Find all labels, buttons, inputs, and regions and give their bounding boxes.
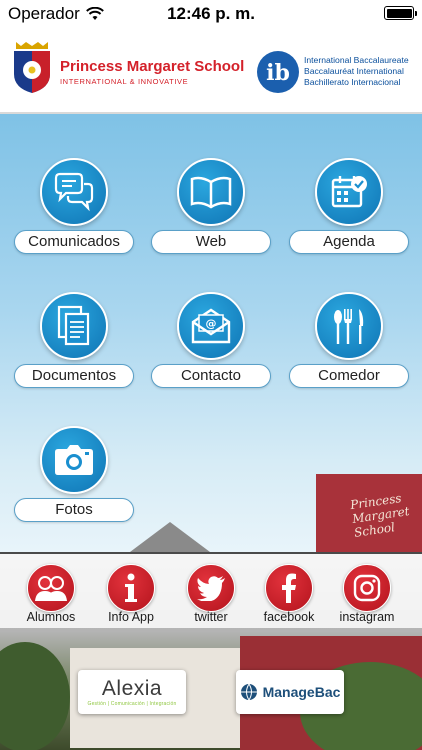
status-bar: Operador 12:46 p. m.: [0, 0, 422, 28]
tile-documentos[interactable]: Documentos: [14, 292, 134, 412]
chat-bubbles-icon: [54, 172, 94, 212]
managebac-button[interactable]: ManageBac: [236, 670, 344, 714]
comedor-button[interactable]: [315, 292, 383, 360]
social-info-app[interactable]: Info App: [96, 554, 166, 630]
alexia-logo: Alexia: [101, 677, 163, 700]
svg-text:ib: ib: [266, 60, 290, 86]
twitter-label[interactable]: twitter: [171, 610, 251, 624]
facebook-label[interactable]: facebook: [249, 610, 329, 624]
managebac-logo: ManageBac: [262, 684, 341, 700]
instagram-button[interactable]: [343, 564, 391, 612]
contacto-button[interactable]: @: [177, 292, 245, 360]
school-tagline: INTERNATIONAL & INNOVATIVE: [60, 77, 189, 86]
status-time: 12:46 p. m.: [167, 4, 255, 23]
battery-icon: [384, 6, 417, 20]
social-facebook[interactable]: facebook: [254, 554, 324, 630]
instagram-icon: [353, 574, 381, 602]
ib-line-es: Bachillerato Internacional: [304, 77, 401, 87]
facebook-button[interactable]: [265, 564, 313, 612]
background-tree: [0, 642, 70, 750]
open-book-icon: [190, 176, 232, 209]
info-app-button[interactable]: [107, 564, 155, 612]
instagram-label[interactable]: instagram: [327, 610, 407, 624]
ib-line-fr: Baccalauréat International: [304, 66, 404, 76]
ib-text: International Baccalaureate Baccalauréat…: [304, 55, 409, 88]
students-icon: [35, 576, 67, 601]
envelope-icon: @: [191, 308, 231, 344]
ib-logo-icon: ib: [257, 51, 299, 93]
agenda-label[interactable]: Agenda: [289, 230, 409, 254]
documentos-button[interactable]: [40, 292, 108, 360]
tile-agenda[interactable]: Agenda: [289, 158, 409, 278]
header: Princess Margaret School INTERNATIONAL &…: [0, 28, 422, 114]
alumnos-label[interactable]: Alumnos: [11, 610, 91, 624]
contacto-label[interactable]: Contacto: [151, 364, 271, 388]
background-sign: Princess Margaret School: [349, 491, 411, 540]
tile-web[interactable]: Web: [151, 158, 271, 278]
web-button[interactable]: [177, 158, 245, 226]
twitter-button[interactable]: [187, 564, 235, 612]
fotos-label[interactable]: Fotos: [14, 498, 134, 522]
camera-icon: [55, 445, 93, 475]
school-crest-icon: [14, 42, 50, 93]
ib-line-en: International Baccalaureate: [304, 55, 409, 65]
svg-text:@: @: [206, 317, 217, 330]
bottom-area: Alumnos Info App twitter facebook instag…: [0, 552, 422, 750]
tile-comedor[interactable]: Comedor: [289, 292, 409, 412]
background-roof: [130, 522, 210, 552]
web-label[interactable]: Web: [151, 230, 271, 254]
comedor-label[interactable]: Comedor: [289, 364, 409, 388]
fotos-button[interactable]: [40, 426, 108, 494]
info-icon: [125, 573, 137, 602]
alumnos-button[interactable]: [27, 564, 75, 612]
comunicados-button[interactable]: [40, 158, 108, 226]
main-menu: Princess Margaret School Comunicados Web: [0, 114, 422, 552]
facebook-icon: [282, 573, 296, 603]
comunicados-label[interactable]: Comunicados: [14, 230, 134, 254]
info-app-label[interactable]: Info App: [91, 610, 171, 624]
calendar-icon: [331, 176, 367, 208]
tile-contacto[interactable]: @ Contacto: [151, 292, 271, 412]
agenda-button[interactable]: [315, 158, 383, 226]
social-bar: Alumnos Info App twitter facebook instag…: [0, 552, 422, 628]
tile-comunicados[interactable]: Comunicados: [14, 158, 134, 278]
documents-icon: [57, 305, 90, 346]
social-alumnos[interactable]: Alumnos: [16, 554, 86, 630]
alexia-tagline: Gestión | Comunicación | Integración: [87, 701, 177, 707]
cutlery-icon: [334, 309, 364, 344]
social-instagram[interactable]: instagram: [332, 554, 402, 630]
alexia-button[interactable]: Alexia Gestión | Comunicación | Integrac…: [78, 670, 186, 714]
tile-fotos[interactable]: Fotos: [14, 426, 134, 546]
documentos-label[interactable]: Documentos: [14, 364, 134, 388]
twitter-icon: [197, 576, 225, 601]
school-name: Princess Margaret School: [60, 58, 245, 75]
social-twitter[interactable]: twitter: [176, 554, 246, 630]
managebac-globe-icon: [240, 683, 257, 701]
